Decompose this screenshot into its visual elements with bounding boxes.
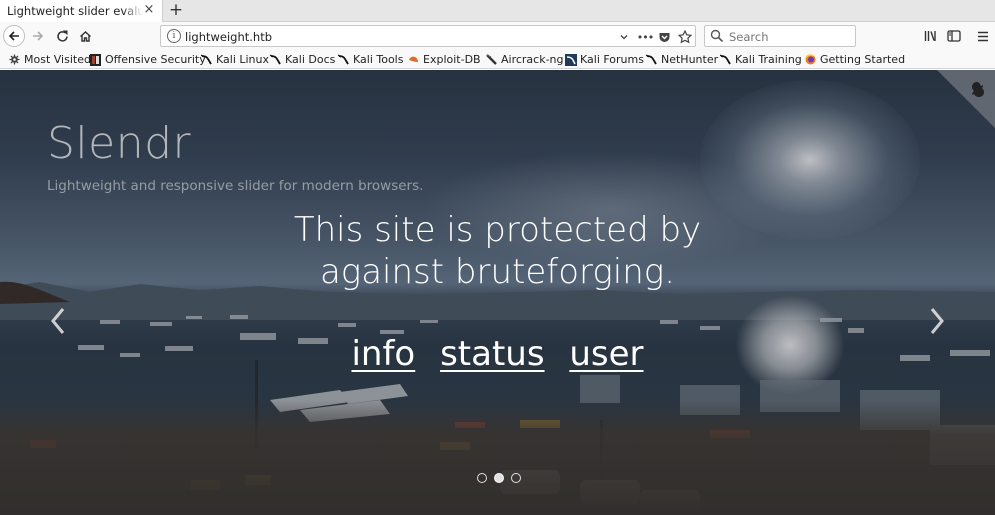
home-icon <box>79 30 91 42</box>
navigation-toolbar: i lightweight.htb ••• Search <box>0 22 995 50</box>
library-icon[interactable] <box>920 25 942 47</box>
bookmark-exploit-db[interactable]: Exploit-DB <box>408 52 481 67</box>
protection-notice-line2: against bruteforging. <box>319 252 676 292</box>
slider-dot[interactable] <box>477 473 487 483</box>
search-placeholder: Search <box>729 30 769 44</box>
kali-forums-icon <box>565 54 577 66</box>
new-tab-button[interactable]: + <box>166 0 186 20</box>
gear-icon <box>9 54 20 65</box>
github-corner-icon[interactable] <box>937 70 995 128</box>
bookmark-label: NetHunter <box>661 53 719 66</box>
bookmark-kali-tools[interactable]: Kali Tools <box>337 52 404 67</box>
user-link[interactable]: user <box>569 334 643 374</box>
tab-title: Lightweight slider evaluation <box>7 4 143 18</box>
offsec-icon <box>90 54 101 66</box>
bookmark-label: Kali Forums <box>580 53 644 66</box>
kali-icon <box>269 54 281 65</box>
sidebar-icon[interactable] <box>943 25 965 47</box>
bookmark-nethunter[interactable]: NetHunter <box>645 52 719 67</box>
tab-strip: Lightweight slider evaluation × + <box>0 0 995 22</box>
menu-hamburger-icon[interactable] <box>972 25 994 47</box>
dropdown-chevron-icon[interactable] <box>615 28 633 46</box>
home-button[interactable] <box>74 25 96 47</box>
bookmark-getting-started[interactable]: Getting Started <box>805 52 905 67</box>
slider-dot[interactable] <box>494 473 504 483</box>
exploitdb-icon <box>408 54 419 65</box>
arrow-left-icon <box>8 31 19 41</box>
bookmark-label: Exploit-DB <box>423 53 481 66</box>
page-actions-icon[interactable]: ••• <box>636 28 654 46</box>
bookmark-kali-docs[interactable]: Kali Docs <box>269 52 336 67</box>
site-info-icon[interactable]: i <box>167 29 181 43</box>
tab-close-button[interactable]: × <box>141 2 157 18</box>
pocket-icon[interactable] <box>655 28 673 46</box>
bookmark-label: Kali Linux <box>216 53 270 66</box>
brand-tagline: Lightweight and responsive slider for mo… <box>47 178 424 194</box>
bookmark-most-visited[interactable]: Most Visited <box>9 52 91 67</box>
url-text[interactable]: lightweight.htb <box>185 30 272 44</box>
info-link[interactable]: info <box>351 334 415 374</box>
forward-button[interactable] <box>27 25 49 47</box>
status-link[interactable]: status <box>440 334 544 374</box>
protection-notice: This site is protected by against brutef… <box>0 209 995 293</box>
firefox-icon <box>805 54 816 65</box>
slider-pagination <box>477 473 521 483</box>
protection-notice-line1: This site is protected by <box>293 210 702 250</box>
bookmark-kali-forums[interactable]: Kali Forums <box>565 52 644 67</box>
bookmark-label: Kali Training <box>735 53 802 66</box>
reload-icon <box>56 30 68 42</box>
kali-icon <box>719 54 731 65</box>
slider-next-arrow-icon[interactable] <box>927 306 947 336</box>
bookmark-label: Kali Docs <box>285 53 336 66</box>
url-bar[interactable]: i lightweight.htb ••• <box>160 25 696 47</box>
bookmark-kali-linux[interactable]: Kali Linux <box>200 52 270 67</box>
bookmark-kali-training[interactable]: Kali Training <box>719 52 802 67</box>
page-links: info status user <box>0 334 995 374</box>
bookmark-label: Getting Started <box>820 53 906 66</box>
bookmark-label: Offensive Security <box>105 53 206 66</box>
bookmark-aircrack-ng[interactable]: Aircrack-ng <box>486 52 564 67</box>
bookmark-star-icon[interactable] <box>676 28 694 46</box>
bookmarks-toolbar: Most Visited Offensive Security Kali Lin… <box>0 50 995 69</box>
reload-button[interactable] <box>51 25 73 47</box>
back-button[interactable] <box>3 25 25 47</box>
brand-title: Slendr <box>47 118 192 169</box>
search-bar[interactable]: Search <box>704 25 856 47</box>
bookmark-offensive-security[interactable]: Offensive Security <box>90 52 206 67</box>
arrow-right-icon <box>33 31 44 41</box>
kali-icon <box>645 54 657 65</box>
bookmark-label: Kali Tools <box>353 53 404 66</box>
search-icon <box>710 29 724 43</box>
kali-icon <box>337 54 349 65</box>
bookmark-label: Most Visited <box>24 53 91 66</box>
tab-active[interactable]: Lightweight slider evaluation × <box>0 0 163 22</box>
kali-icon <box>200 54 212 65</box>
page-viewport: Slendr Lightweight and responsive slider… <box>0 70 995 515</box>
slider-dot[interactable] <box>511 473 521 483</box>
bookmark-label: Aircrack-ng <box>501 53 564 66</box>
aircrack-icon <box>486 54 497 65</box>
slider-prev-arrow-icon[interactable] <box>48 306 68 336</box>
